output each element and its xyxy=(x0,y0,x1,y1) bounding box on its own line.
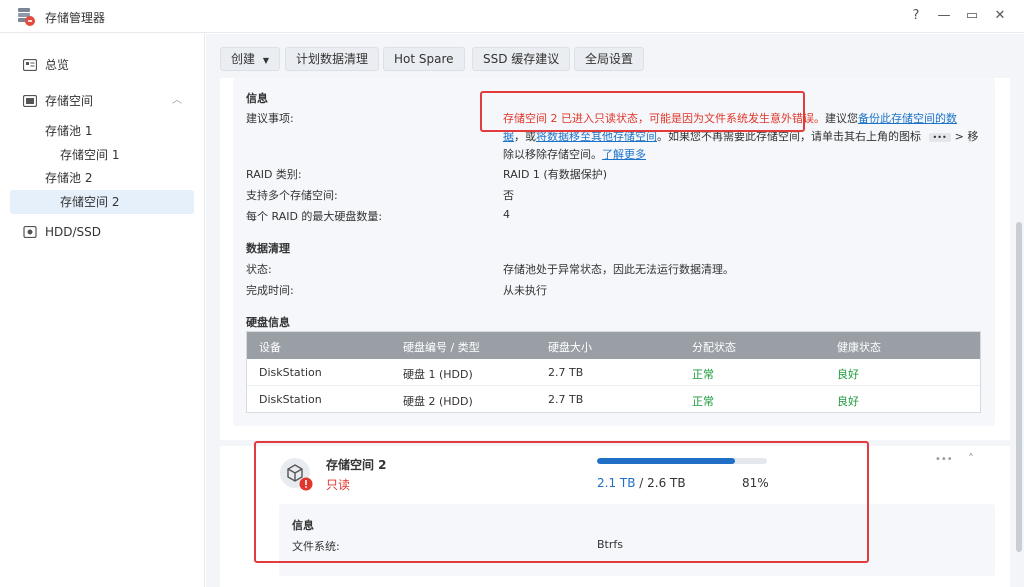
cell-alloc: 正常 xyxy=(692,368,714,381)
close-button[interactable]: ✕ xyxy=(990,6,1010,26)
sidebar-item-hdd-ssd[interactable]: HDD/SSD xyxy=(10,220,194,244)
minimize-button[interactable]: — xyxy=(934,6,954,26)
table-row[interactable]: DiskStation 硬盘 2 (HDD) 2.7 TB 正常 良好 xyxy=(247,386,980,413)
collapse-icon[interactable]: ˄ xyxy=(968,452,974,466)
hot-spare-button[interactable]: Hot Spare xyxy=(383,47,465,71)
app-title: 存储管理器 xyxy=(45,11,106,25)
scrubbing-title: 数据清理 xyxy=(246,242,290,255)
sidebar-item-label: 存储池 2 xyxy=(45,171,93,185)
disk-info-title: 硬盘信息 xyxy=(246,316,290,329)
column-header: 分配状态 xyxy=(692,341,736,354)
advice-label: 建议事项: xyxy=(246,112,294,125)
scrub-status-value: 存储池处于异常状态，因此无法运行数据清理。 xyxy=(503,263,734,276)
volume-highlight-box xyxy=(254,441,869,563)
scrub-time-label: 完成时间: xyxy=(246,284,294,297)
hdd-icon xyxy=(23,226,37,238)
max-disks-label: 每个 RAID 的最大硬盘数量: xyxy=(246,210,383,223)
sidebar-item-label: 存储空间 xyxy=(45,94,94,108)
table-header: 设备 硬盘编号 / 类型 硬盘大小 分配状态 健康状态 xyxy=(247,332,980,359)
cell-device: DiskStation xyxy=(259,366,322,379)
column-header: 硬盘编号 / 类型 xyxy=(403,341,480,354)
create-button-label: 创建 xyxy=(231,52,256,66)
multi-volume-label: 支持多个存储空间: xyxy=(246,189,338,202)
cell-disk: 硬盘 2 (HDD) xyxy=(403,395,473,408)
sidebar: 总览 存储空间 ︿ 存储池 1 存储空间 1 存储池 2 存储空间 2 HDD/… xyxy=(0,34,205,587)
pool-info-title: 信息 xyxy=(246,92,268,105)
caret-down-icon: ▼ xyxy=(262,56,269,65)
ssd-cache-advice-button[interactable]: SSD 缓存建议 xyxy=(472,47,571,71)
more-options-icon: ••• xyxy=(928,133,951,142)
cell-alloc: 正常 xyxy=(692,395,714,408)
learn-more-link[interactable]: 了解更多 xyxy=(602,148,646,161)
raid-label: RAID 类别: xyxy=(246,168,302,181)
more-options-icon[interactable]: ••• xyxy=(935,454,953,465)
cell-device: DiskStation xyxy=(259,393,322,406)
sidebar-item-volume-2[interactable]: 存储空间 2 xyxy=(10,190,194,214)
cell-health: 良好 xyxy=(837,368,859,381)
warning-highlight-box xyxy=(480,91,805,132)
cell-disk: 硬盘 1 (HDD) xyxy=(403,368,473,381)
help-button[interactable]: ? xyxy=(906,6,926,26)
sidebar-item-label: 存储池 1 xyxy=(45,124,93,138)
max-disks-value: 4 xyxy=(503,208,510,221)
sidebar-item-storage[interactable]: 存储空间 ︿ xyxy=(10,89,194,113)
create-button[interactable]: 创建 ▼ xyxy=(220,47,280,71)
sidebar-item-overview[interactable]: 总览 xyxy=(10,53,194,77)
sidebar-item-pool-2[interactable]: 存储池 2 xyxy=(10,166,194,190)
sidebar-item-label: 存储空间 1 xyxy=(60,148,120,162)
sidebar-item-label: HDD/SSD xyxy=(45,225,102,239)
storage-icon xyxy=(23,95,37,107)
storage-manager-icon xyxy=(18,8,35,26)
maximize-button[interactable]: ▭ xyxy=(962,6,982,26)
sidebar-item-label: 存储空间 2 xyxy=(60,195,120,209)
scrollbar[interactable] xyxy=(1016,36,1022,587)
cell-size: 2.7 TB xyxy=(548,393,584,406)
sidebar-item-label: 总览 xyxy=(45,58,70,72)
scrollbar-thumb[interactable] xyxy=(1016,222,1022,552)
column-header: 硬盘大小 xyxy=(548,341,592,354)
disk-table: 设备 硬盘编号 / 类型 硬盘大小 分配状态 健康状态 DiskStation … xyxy=(246,331,981,413)
multi-volume-value: 否 xyxy=(503,189,514,202)
global-settings-button[interactable]: 全局设置 xyxy=(574,47,645,71)
overview-icon xyxy=(23,59,37,71)
sidebar-item-volume-1[interactable]: 存储空间 1 xyxy=(10,143,194,167)
column-header: 健康状态 xyxy=(837,341,881,354)
pool-panel: 信息 建议事项: 存储空间 2 已进入只读状态，可能是因为文件系统发生意外错误。… xyxy=(220,78,1010,440)
scrub-status-label: 状态: xyxy=(246,263,272,276)
cell-size: 2.7 TB xyxy=(548,366,584,379)
column-header: 设备 xyxy=(259,341,281,354)
schedule-scrub-button[interactable]: 计划数据清理 xyxy=(285,47,380,71)
backup-link[interactable]: 备份此存储空间的数 xyxy=(858,112,957,125)
title-bar: 存储管理器 ? — ▭ ✕ xyxy=(0,0,1024,33)
sidebar-item-pool-1[interactable]: 存储池 1 xyxy=(10,119,194,143)
table-row[interactable]: DiskStation 硬盘 1 (HDD) 2.7 TB 正常 良好 xyxy=(247,359,980,386)
raid-value: RAID 1 (有数据保护) xyxy=(503,168,608,181)
cell-health: 良好 xyxy=(837,395,859,408)
scrub-time-value: 从未执行 xyxy=(503,284,547,297)
advice-line-3: 除以移除存储空间。了解更多 xyxy=(503,148,646,161)
chevron-up-icon[interactable]: ︿ xyxy=(172,89,182,113)
